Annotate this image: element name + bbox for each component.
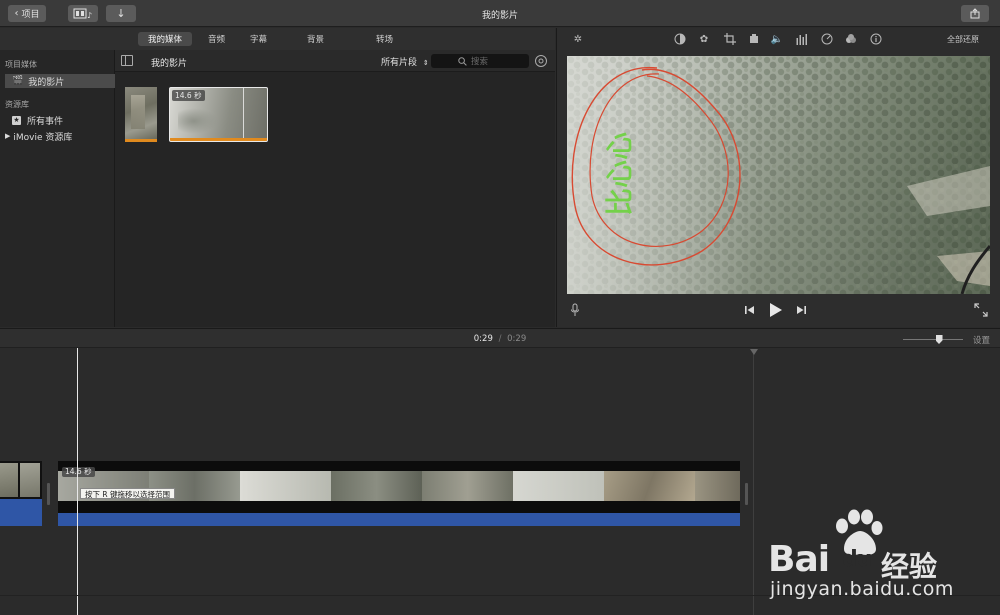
search-icon [458,56,467,66]
playhead[interactable] [77,348,78,615]
reset-all-button[interactable]: 全部还原 [947,34,979,45]
share-icon [970,8,980,19]
info-icon[interactable] [869,33,883,45]
sidebar-item-label: 我的影片 [28,77,65,88]
svg-text:♪: ♪ [87,11,92,19]
color-correction-palette-icon[interactable]: ✿ [697,33,711,45]
total-time: 0:29 [507,334,527,344]
title-bar: ‹ 项目 ♪ ↓ 我的影片 [0,0,1000,27]
tab-transitions[interactable]: 转场 [366,32,403,46]
chevron-left-icon: ‹ [14,8,19,19]
timeline: 14.6 秒 按下 R 键拖移以选择范围 Bai du 经验 jingyan.ba… [0,348,1000,615]
media-tabs-bar: 我的媒体 音频 字幕 背景 转场 [115,28,555,50]
skip-back-icon[interactable] [744,305,755,315]
search-placeholder: 搜索 [471,57,489,67]
tab-titles[interactable]: 字幕 [240,32,277,46]
viewer-panel: ✲ ✿ 🔈 全部还原 比心心 [556,28,1000,327]
clip-used-indicator [170,138,267,141]
magic-wand-icon[interactable]: ✲ [571,33,585,45]
volume-icon[interactable]: 🔈 [770,33,784,45]
sidebar-item-my-movie[interactable]: 🎬 我的影片 [5,74,115,88]
sidebar-item-label: 所有事件 [27,116,64,127]
media-view-toggle-button[interactable]: ♪ [68,5,98,22]
timeline-header: 0:29 / 0:29 设置 [0,328,1000,348]
timeline-clip-previous[interactable] [0,461,42,499]
back-to-projects-button[interactable]: ‹ 项目 [8,5,46,22]
stabilization-camera-icon[interactable] [747,33,761,45]
watermark-brand-text: Bai du [768,539,872,580]
color-balance-icon[interactable] [673,33,687,45]
watermark-url: jingyan.baidu.com [770,578,954,600]
skimmer-line [243,88,244,141]
clip-filter-value: 所有片段 [381,58,418,68]
timeline-audio-main[interactable] [58,513,740,526]
search-field[interactable]: 搜索 [431,54,529,68]
back-button-label: 项目 [21,10,40,20]
speed-gauge-icon[interactable] [820,33,834,45]
sidebar-toggle-icon[interactable] [121,55,133,66]
share-button[interactable] [961,5,989,22]
film-music-icon: ♪ [73,8,92,19]
clapperboard-icon: 🎬 [12,76,24,86]
watermark-brand: Bai [768,539,830,580]
tab-audio[interactable]: 音频 [198,32,235,46]
tab-my-media[interactable]: 我的媒体 [138,32,193,46]
baidu-watermark: Bai du 经验 jingyan.baidu.com [768,509,988,600]
sidebar-item-all-events[interactable]: ★ 所有事件 [5,113,115,127]
sidebar-section-libraries: 资源库 [5,100,29,109]
import-button[interactable]: ↓ [106,5,136,22]
clip-trim-handle-right[interactable] [745,483,748,505]
clip-duration-badge: 14.6 秒 [62,467,95,477]
range-select-tooltip: 按下 R 键拖移以选择范围 [80,488,175,499]
media-clip-thumbnail-selected[interactable]: 14.6 秒 [169,87,268,142]
clip-filter-dropdown[interactable]: 所有片段 ⇕ [381,55,429,68]
timeline-clip-main[interactable]: 14.6 秒 按下 R 键拖移以选择范围 [58,461,740,513]
time-separator: / [498,334,502,344]
timecode-display: 0:29 / 0:29 [0,334,1000,344]
video-preview[interactable]: 比心心 [567,56,990,294]
media-browser: 14.6 秒 [115,72,555,327]
chevron-updown-icon: ⇕ [422,59,429,67]
arrow-down-icon: ↓ [116,7,126,20]
fullscreen-icon[interactable] [974,303,988,317]
equalizer-icon[interactable] [795,33,809,45]
sidebar-item-imovie-library[interactable]: ▶ iMovie 资源库 [5,129,115,143]
clip-used-indicator [125,139,157,142]
watermark-brand-du: du [842,547,872,572]
overlay-text: 比心心 [603,132,636,216]
noise-reduction-icon[interactable] [844,33,858,45]
sidebar: 项目媒体 🎬 我的影片 资源库 ★ 所有事件 ▶ iMovie 资源库 [0,50,115,327]
zoom-slider-track[interactable] [903,339,963,340]
star-box-icon: ★ [12,115,21,125]
clip-trim-handle-left[interactable] [47,483,50,505]
sidebar-item-label: iMovie 资源库 [13,132,73,143]
disclosure-triangle-icon[interactable]: ▶ [5,132,10,140]
current-time: 0:29 [473,334,493,344]
timeline-audio-previous[interactable] [0,499,42,526]
crop-icon[interactable] [723,33,737,45]
window-title: 我的影片 [481,11,518,21]
microphone-icon[interactable] [570,303,580,317]
media-clip-thumbnail[interactable] [125,87,157,142]
video-frame-image: 比心心 [567,56,990,294]
timeline-settings-button[interactable]: 设置 [973,334,990,346]
sidebar-top-spacer [0,28,115,50]
sidebar-section-project-media: 项目媒体 [5,60,37,69]
browser-settings-gear-icon[interactable] [534,54,548,68]
project-end-line [753,352,754,615]
tab-backgrounds[interactable]: 背景 [297,32,334,46]
browser-toolbar: 我的影片 所有片段 ⇕ 搜索 [115,50,555,72]
project-end-marker [750,349,758,355]
play-icon[interactable] [769,302,783,318]
skip-forward-icon[interactable] [796,305,807,315]
browser-title: 我的影片 [151,59,188,69]
clip-duration-badge: 14.6 秒 [172,90,205,101]
